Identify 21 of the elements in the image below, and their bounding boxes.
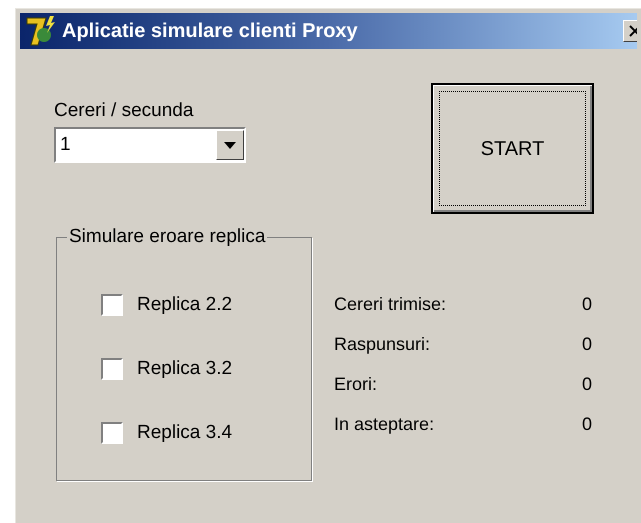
app-icon (24, 15, 58, 47)
checkbox-label: Replica 3.4 (137, 421, 232, 445)
field-label: Cereri / secunda (54, 99, 194, 123)
checkbox[interactable] (101, 422, 123, 444)
rate-dropdown[interactable]: 1 (54, 127, 246, 163)
checkbox[interactable] (101, 294, 123, 316)
stat-value: 0 (582, 293, 592, 316)
checkbox-label: Replica 3.2 (137, 357, 232, 381)
stat-value: 0 (582, 373, 592, 396)
stat-label: In asteptare: (334, 413, 434, 436)
stat-value: 0 (582, 413, 592, 436)
stat-label: Erori: (334, 373, 378, 396)
stat-label: Raspunsuri: (334, 333, 430, 356)
caret-icon (224, 142, 236, 148)
window-title: Aplicatie simulare clienti Proxy (62, 19, 358, 44)
group-title: Simulare eroare replica (67, 225, 268, 249)
stat-label: Cereri trimise: (334, 293, 446, 316)
checkbox[interactable] (101, 358, 123, 380)
stat-value: 0 (582, 333, 592, 356)
start-button[interactable]: START (431, 83, 594, 214)
checkbox-label: Replica 2.2 (137, 293, 232, 317)
